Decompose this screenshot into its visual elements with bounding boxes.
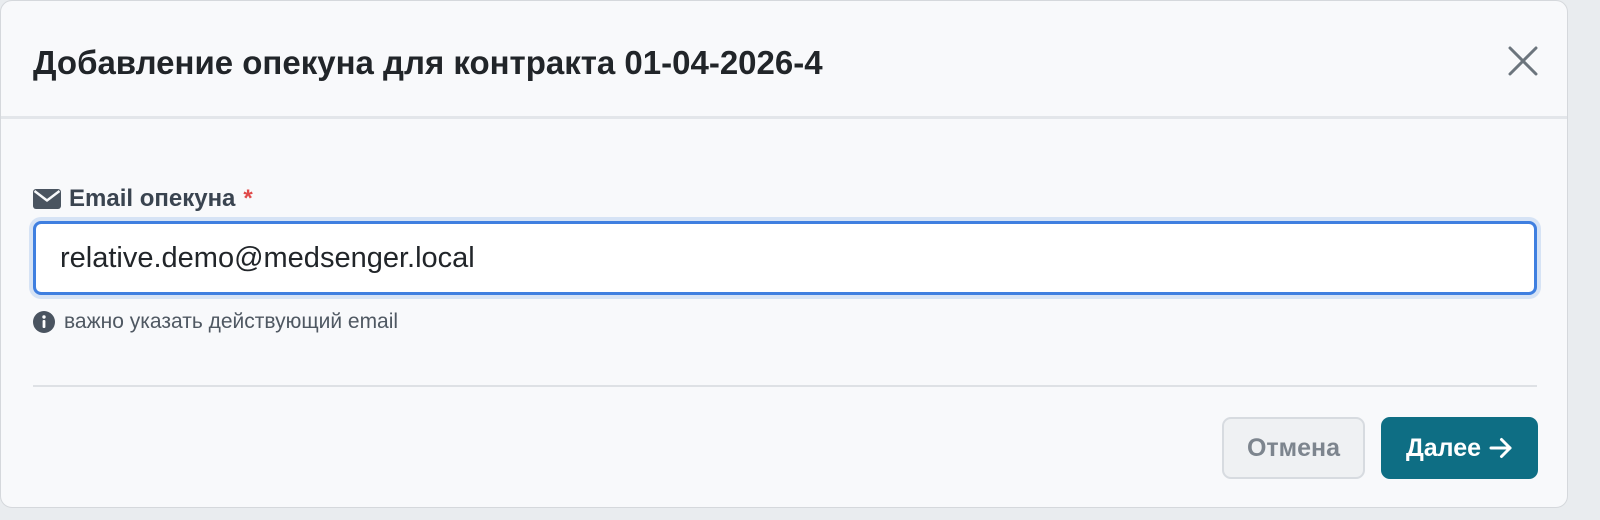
footer-divider	[33, 385, 1537, 387]
envelope-icon	[33, 189, 61, 209]
email-field-label: Email опекуна *	[33, 181, 253, 217]
required-marker: *	[243, 185, 253, 212]
cancel-button-label: Отмена	[1246, 433, 1341, 462]
modal-header: Добавление опекуна для контракта 01-04-2…	[1, 1, 1567, 119]
hint-text: важно указать действующий email	[64, 310, 399, 333]
email-field[interactable]	[33, 221, 1537, 295]
cancel-button[interactable]: Отмена	[1222, 417, 1365, 479]
next-button-label: Далее	[1405, 433, 1482, 462]
add-guardian-modal: Добавление опекуна для контракта 01-04-2…	[0, 0, 1568, 508]
next-button[interactable]: Далее	[1381, 417, 1538, 479]
info-icon	[33, 311, 55, 333]
email-hint: важно указать действующий email	[33, 307, 398, 337]
modal-title: Добавление опекуна для контракта 01-04-2…	[33, 44, 823, 81]
email-label-text: Email опекуна	[69, 185, 236, 212]
arrow-right-icon	[1489, 438, 1512, 458]
close-icon[interactable]	[1501, 39, 1545, 83]
